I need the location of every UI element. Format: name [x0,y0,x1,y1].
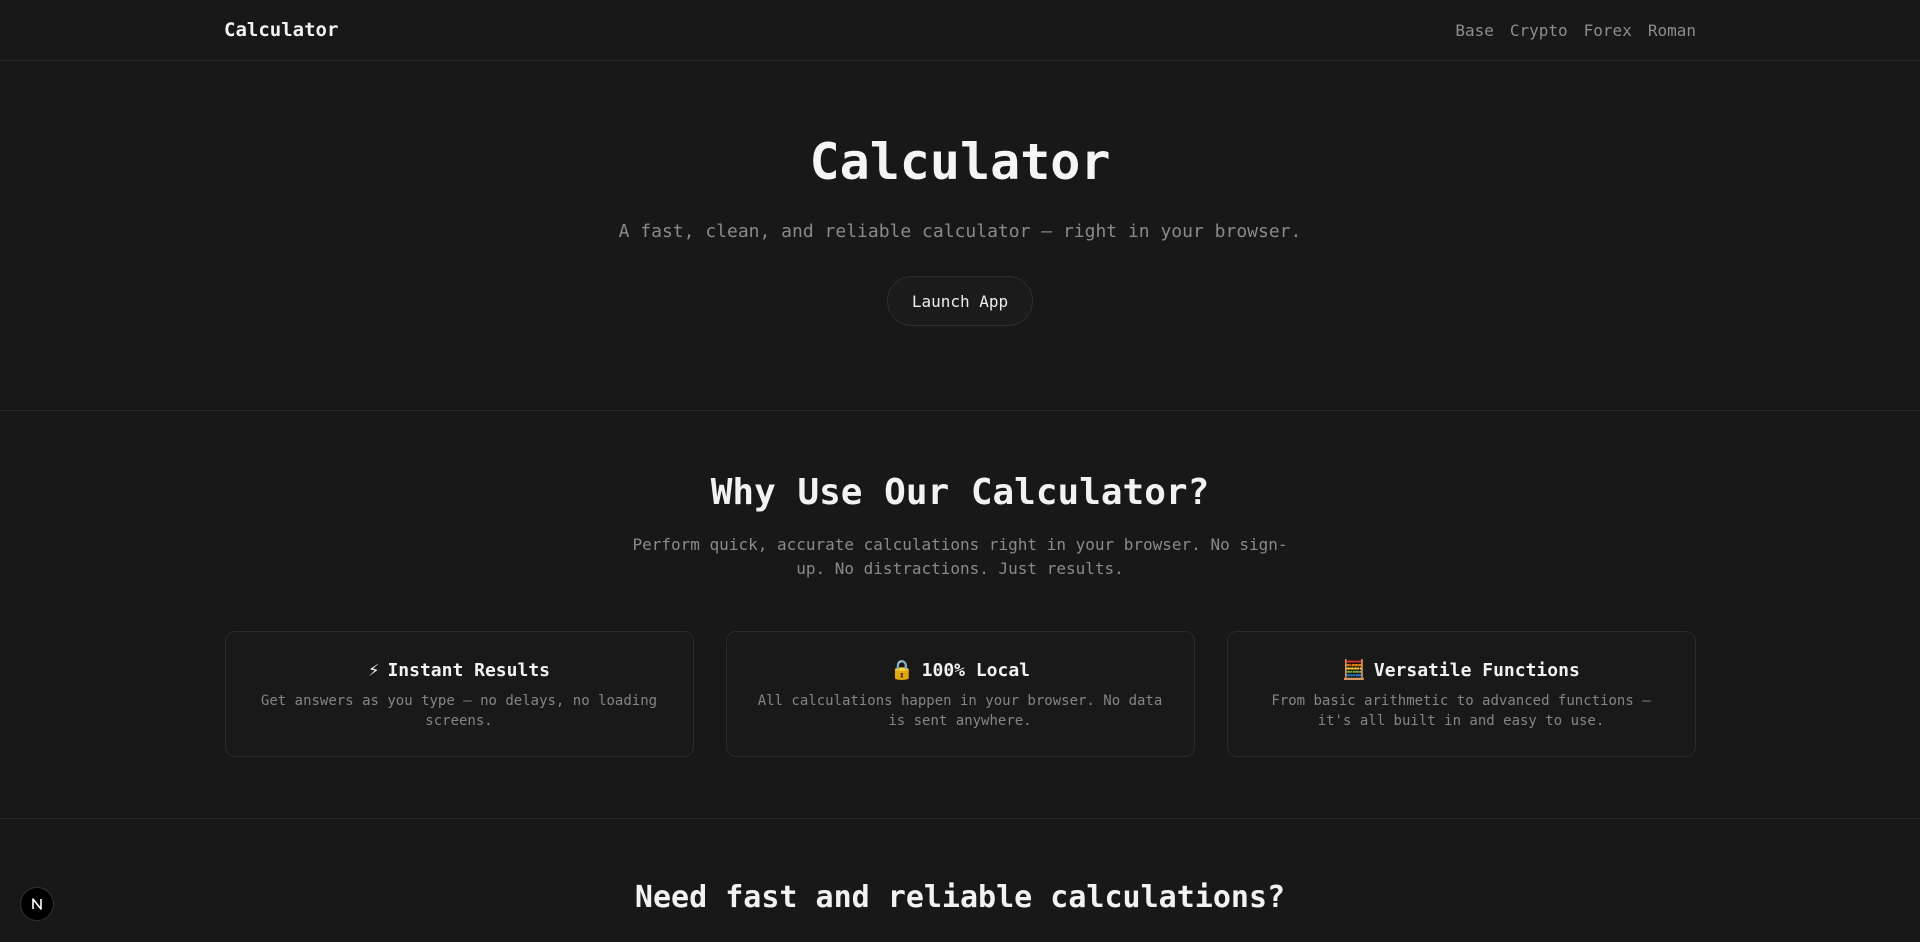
feature-card-description: From basic arithmetic to advanced functi… [1271,693,1651,729]
brand-logo[interactable]: Calculator [224,19,338,41]
launch-app-button[interactable]: Launch App [886,276,1034,326]
feature-card-description: All calculations happen in your browser.… [757,693,1163,729]
nav-link-forex[interactable]: Forex [1584,21,1632,40]
feature-card-header: ⚡ Instant Results [368,660,550,681]
features-section: Why Use Our Calculator? Perform quick, a… [0,411,1920,819]
hero-subtitle: A fast, clean, and reliable calculator —… [618,221,1302,242]
nav-link-base[interactable]: Base [1455,21,1494,40]
nav-link-roman[interactable]: Roman [1648,21,1696,40]
feature-card-title: 100% Local [921,660,1031,681]
feature-card-versatile-functions: 🧮 Versatile Functions From basic arithme… [1226,631,1696,757]
navbar: Calculator Base Crypto Forex Roman [0,0,1920,61]
hero-section: Calculator A fast, clean, and reliable c… [0,61,1920,411]
features-title: Why Use Our Calculator? [710,472,1210,513]
features-subtitle: Perform quick, accurate calculations rig… [632,535,1288,578]
feature-card-instant-results: ⚡ Instant Results Get answers as you typ… [224,631,694,757]
hero-title: Calculator [809,133,1111,191]
feature-card-header: 🧮 Versatile Functions [1342,660,1580,681]
cta-section: Need fast and reliable calculations? [0,819,1920,913]
feature-card-description: Get answers as you type — no delays, no … [260,693,658,729]
nav-link-crypto[interactable]: Crypto [1510,21,1568,40]
lock-icon: 🔒 [889,659,914,681]
feature-card-title: Versatile Functions [1373,660,1580,681]
feature-card-header: 🔒 100% Local [890,660,1030,681]
feature-card-local: 🔒 100% Local All calculations happen in … [725,631,1195,757]
feature-cards: ⚡ Instant Results Get answers as you typ… [224,631,1696,757]
nextjs-logo-icon [32,898,42,910]
abacus-icon: 🧮 [1342,659,1366,681]
nav-links: Base Crypto Forex Roman [1455,21,1696,40]
nextjs-dev-indicator[interactable] [20,887,54,921]
feature-card-title: Instant Results [387,660,550,681]
lightning-icon: ⚡ [367,659,380,681]
cta-title: Need fast and reliable calculations? [634,880,1286,915]
